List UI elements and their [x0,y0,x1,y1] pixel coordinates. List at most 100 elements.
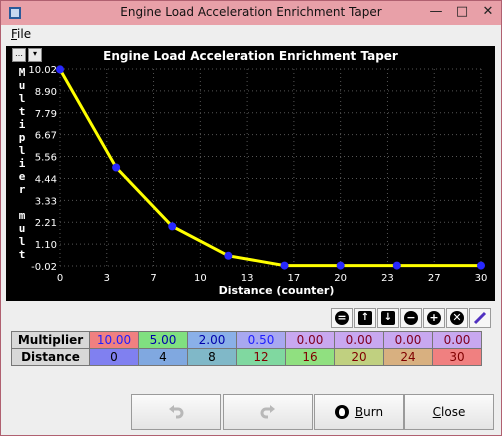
table-toolbar: = ↑ ↓ − + ✕ [331,308,491,328]
table-cell[interactable]: 0.50 [236,331,286,349]
title-bar: Engine Load Acceleration Enrichment Tape… [1,1,501,25]
data-point [56,65,64,74]
table-cell[interactable]: 0 [89,348,139,366]
table-cell[interactable]: 4 [138,348,188,366]
table-cell[interactable]: 8 [187,348,237,366]
x-axis-label: Distance (counter) [219,284,335,297]
x-tick-label: 7 [150,273,156,284]
table-cell[interactable]: 10.00 [89,331,139,349]
table-cell[interactable]: 2.00 [187,331,237,349]
y-axis-label-letter: t [18,248,26,261]
redo-arrow-icon [260,405,275,419]
y-tick-label: 1.10 [35,240,57,251]
y-tick-label: 2.21 [35,218,57,229]
row-header-distance: Distance [11,348,90,366]
chart-panel: 10.02 8.90 7.79 6.67 5.56 4.44 3.33 2.21 1.10 -0.… [6,46,495,301]
minimize-button[interactable]: — [429,4,443,20]
menu-file-rest: ile [17,27,32,41]
toolbar-button[interactable]: ✕ [446,308,468,328]
x-tick-label: 27 [428,273,441,284]
toolbar-button[interactable]: = [331,308,353,328]
x-tick-label: 30 [475,273,488,284]
y-tick-label: 5.56 [35,153,57,164]
x-tick-label: 0 [57,273,63,284]
arrow-up-square-icon: ↑ [358,311,372,325]
arrow-down-square-icon: ↓ [381,311,395,325]
y-axis-label-letter: M [18,66,26,79]
data-point [168,222,177,231]
data-point [224,251,233,260]
data-table: Multiplier 10.00 5.00 2.00 0.50 0.00 0.0… [11,331,482,366]
burn-button[interactable]: Burn [314,394,404,430]
y-tick-label: 3.33 [35,196,57,207]
redo-button[interactable] [223,394,313,430]
x-tick-label: 23 [381,273,394,284]
data-point [112,163,121,172]
y-axis-label-letter: i [18,157,26,170]
y-axis-label-letter: m [18,209,26,222]
y-tick-label: 7.79 [35,109,57,120]
data-point [280,261,289,270]
pencil-icon [473,311,487,325]
minus-circle-icon: = [335,311,349,325]
undo-arrow-icon [169,405,184,419]
app-window: Engine Load Acceleration Enrichment Tape… [0,0,502,436]
table-cell[interactable]: 12 [236,348,286,366]
y-axis-label-letter: u [18,79,26,92]
series-line [58,68,481,268]
x-tick-label: 3 [104,273,110,284]
chart-title: Engine Load Acceleration Enrichment Tape… [103,49,398,63]
maximize-button[interactable]: □ [455,4,469,20]
y-axis-label-letter: l [18,92,26,105]
y-tick-label: 10.02 [28,65,57,76]
x-tick-label: 20 [334,273,347,284]
y-axis-label-letter: r [18,183,26,196]
close-label: Close [432,405,466,419]
toolbar-button[interactable] [469,308,491,328]
y-tick-label: 4.44 [35,174,57,185]
table-cell[interactable]: 0.00 [334,331,384,349]
burn-label: Burn [354,405,384,419]
table-cell[interactable]: 30 [432,348,482,366]
undo-button[interactable] [131,394,221,430]
y-axis-label-letter [16,196,28,209]
close-window-button[interactable]: ✕ [481,4,495,20]
table-cell[interactable]: 24 [383,348,433,366]
y-axis-label-letter: t [18,105,26,118]
close-button[interactable]: Close [404,394,494,430]
y-axis-label-letter: l [18,144,26,157]
chart-plot[interactable]: 10.02 8.90 7.79 6.67 5.56 4.44 3.33 2.21 1.10 -0.… [6,46,495,301]
table-cell[interactable]: 20 [334,348,384,366]
row-header-multiplier: Multiplier [11,331,90,349]
x-tick-label: 17 [288,273,301,284]
x-circle-icon: ✕ [450,311,464,325]
y-axis-label: Multiplier mult [16,66,28,261]
data-point [336,261,345,270]
x-tick-label: 13 [241,273,254,284]
toolbar-button[interactable]: + [423,308,445,328]
y-tick-label: -0.02 [31,262,57,273]
y-tick-label: 6.67 [35,131,57,142]
toolbar-button[interactable]: ↓ [377,308,399,328]
menu-bar: File [1,25,501,45]
table-row: Distance 0 4 8 12 16 20 24 30 [11,348,482,366]
data-point [392,261,401,270]
table-cell[interactable]: 5.00 [138,331,188,349]
minus-circle-icon: − [404,311,418,325]
table-cell[interactable]: 0.00 [285,331,335,349]
table-cell[interactable]: 0.00 [432,331,482,349]
data-point [477,261,485,270]
y-axis-label-letter: p [18,131,26,144]
y-axis-label-letter: u [18,222,26,235]
flame-icon [334,405,349,419]
y-tick-label: 8.90 [35,87,57,98]
toolbar-button[interactable]: − [400,308,422,328]
table-cell[interactable]: 0.00 [383,331,433,349]
x-tick-label: 10 [194,273,207,284]
window-title: Engine Load Acceleration Enrichment Tape… [120,5,382,19]
menu-file[interactable]: File [11,27,31,41]
table-row: Multiplier 10.00 5.00 2.00 0.50 0.00 0.0… [11,331,482,349]
plus-circle-icon: + [427,311,441,325]
table-cell[interactable]: 16 [285,348,335,366]
toolbar-button[interactable]: ↑ [354,308,376,328]
